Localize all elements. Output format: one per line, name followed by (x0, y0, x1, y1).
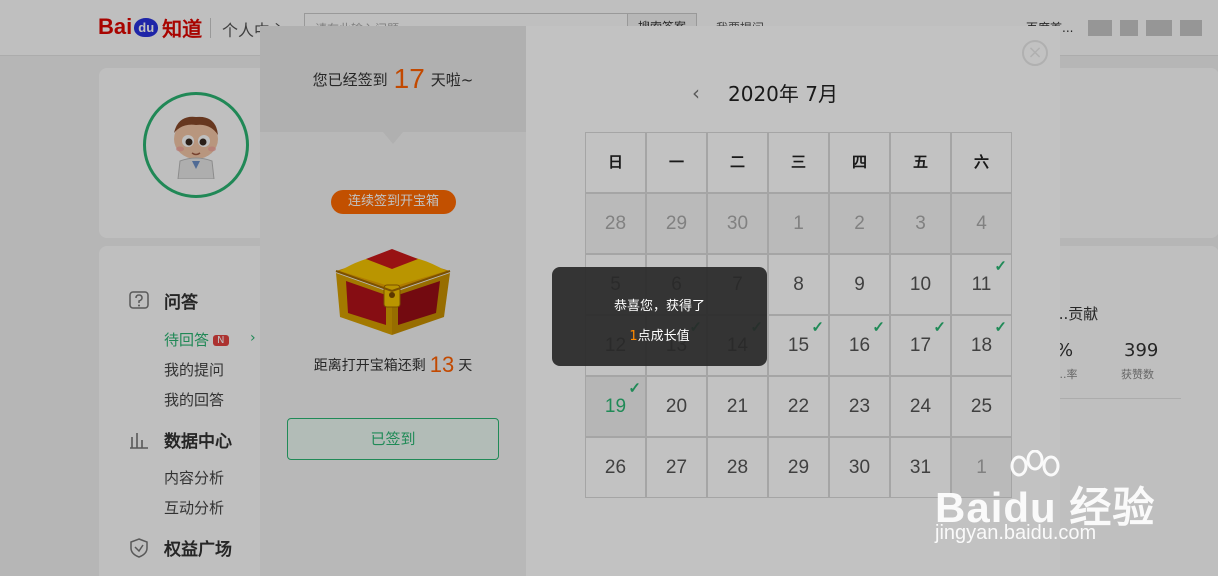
calendar-day[interactable]: 25 (951, 376, 1012, 437)
calendar-day[interactable]: 29 (646, 193, 707, 254)
calendar-day-number: 19 (604, 396, 627, 417)
checkmark-icon: ✓ (811, 319, 824, 336)
pointer-arrow (383, 132, 403, 144)
calendar-day-number: 11 (971, 274, 992, 295)
calendar-day[interactable]: 28 (707, 437, 768, 498)
calendar-day-today[interactable]: 19 ✓ (585, 376, 646, 437)
calendar-day-number: 4 (976, 213, 987, 234)
calendar-day[interactable]: 10 (890, 254, 951, 315)
remain-suffix: 天 (458, 358, 473, 374)
watermark-url: jingyan.baidu.com (935, 522, 1097, 544)
weekday-header: 六 (951, 132, 1012, 193)
calendar-day-number: 20 (665, 396, 688, 417)
checkmark-icon: ✓ (994, 319, 1007, 336)
weekday-header: 四 (829, 132, 890, 193)
calendar-day[interactable]: 15 ✓ (768, 315, 829, 376)
weekday-header: 五 (890, 132, 951, 193)
streak-days: 17 (393, 63, 425, 94)
month-title: 2020年 7月 (728, 82, 838, 106)
toast-points: 1 (629, 329, 638, 344)
calendar-day-number: 21 (726, 396, 749, 417)
calendar-day[interactable]: 30 (707, 193, 768, 254)
calendar-day-number: 25 (970, 396, 993, 417)
calendar-day[interactable]: 29 (768, 437, 829, 498)
calendar-day-number: 9 (854, 274, 865, 295)
checkmark-icon: ✓ (872, 319, 885, 336)
calendar-day[interactable]: 18 ✓ (951, 315, 1012, 376)
calendar-day[interactable]: 16 ✓ (829, 315, 890, 376)
streak-suffix: 天啦~ (430, 70, 474, 89)
calendar-day[interactable]: 11 ✓ (951, 254, 1012, 315)
calendar-day-number: 28 (604, 213, 627, 234)
remain-days: 13 (429, 352, 455, 377)
signed-button[interactable]: 已签到 (287, 418, 499, 460)
toast-line2: 1点成长值 (552, 325, 767, 344)
calendar-day-number: 30 (726, 213, 749, 234)
calendar-day-number: 1 (793, 213, 804, 234)
calendar-day-number: 30 (848, 457, 871, 478)
streak-panel: 您已经签到 17 天啦~ 连续签到开宝箱 距离打开宝箱还剩 13 天 已签到 (260, 26, 526, 576)
calendar-day-number: 29 (787, 457, 810, 478)
calendar-day-number: 28 (726, 457, 749, 478)
calendar-day-number: 17 (909, 335, 932, 356)
calendar-day[interactable]: 3 (890, 193, 951, 254)
weekday-header: 三 (768, 132, 829, 193)
month-navigation: ‹ 2020年 7月 (692, 78, 838, 107)
calendar-day-number: 16 (848, 335, 871, 356)
calendar-day-number: 31 (909, 457, 932, 478)
calendar-day[interactable]: 21 (707, 376, 768, 437)
calendar-day[interactable]: 17 ✓ (890, 315, 951, 376)
calendar-day[interactable]: 8 (768, 254, 829, 315)
calendar-day[interactable]: 4 (951, 193, 1012, 254)
calendar-day[interactable]: 28 (585, 193, 646, 254)
calendar-day[interactable]: 27 (646, 437, 707, 498)
treasure-chest-icon[interactable] (326, 231, 458, 335)
calendar-day[interactable]: 23 (829, 376, 890, 437)
checkmark-icon: ✓ (628, 380, 641, 397)
calendar-day-number: 23 (848, 396, 871, 417)
calendar-day-number: 3 (915, 213, 926, 234)
calendar-day[interactable]: 30 (829, 437, 890, 498)
streak-prefix: 您已经签到 (312, 70, 388, 89)
calendar-day-number: 27 (665, 457, 688, 478)
calendar-day[interactable]: 22 (768, 376, 829, 437)
weekday-header: 二 (707, 132, 768, 193)
chevron-left-icon[interactable]: ‹ (692, 81, 700, 105)
weekday-header: 一 (646, 132, 707, 193)
toast-points-label: 点成长值 (637, 329, 690, 344)
reward-toast: 恭喜您，获得了 1点成长值 (552, 267, 767, 366)
streak-header: 您已经签到 17 天啦~ (260, 26, 526, 132)
calendar-day[interactable]: 20 (646, 376, 707, 437)
calendar-day[interactable]: 24 (890, 376, 951, 437)
calendar-day-number: 22 (787, 396, 810, 417)
calendar-day[interactable]: 2 (829, 193, 890, 254)
calendar-day-number: 18 (970, 335, 993, 356)
toast-line1: 恭喜您，获得了 (613, 299, 705, 314)
calendar-day[interactable]: 1 (768, 193, 829, 254)
calendar-day-number: 26 (604, 457, 627, 478)
remain-text: 距离打开宝箱还剩 13 天 (260, 352, 526, 378)
checkmark-icon: ✓ (933, 319, 946, 336)
calendar-day[interactable]: 26 (585, 437, 646, 498)
calendar-day[interactable]: 9 (829, 254, 890, 315)
remain-prefix: 距离打开宝箱还剩 (313, 358, 426, 374)
calendar-day-number: 2 (854, 213, 865, 234)
checkmark-icon: ✓ (994, 258, 1007, 275)
calendar-day-number: 8 (793, 274, 804, 295)
weekday-header: 日 (585, 132, 646, 193)
chest-tag: 连续签到开宝箱 (331, 190, 456, 214)
close-icon[interactable]: × (1022, 40, 1048, 66)
calendar-day-number: 15 (787, 335, 810, 356)
calendar-day-number: 10 (909, 274, 932, 295)
calendar-day-number: 29 (665, 213, 688, 234)
calendar-day-number: 24 (909, 396, 932, 417)
